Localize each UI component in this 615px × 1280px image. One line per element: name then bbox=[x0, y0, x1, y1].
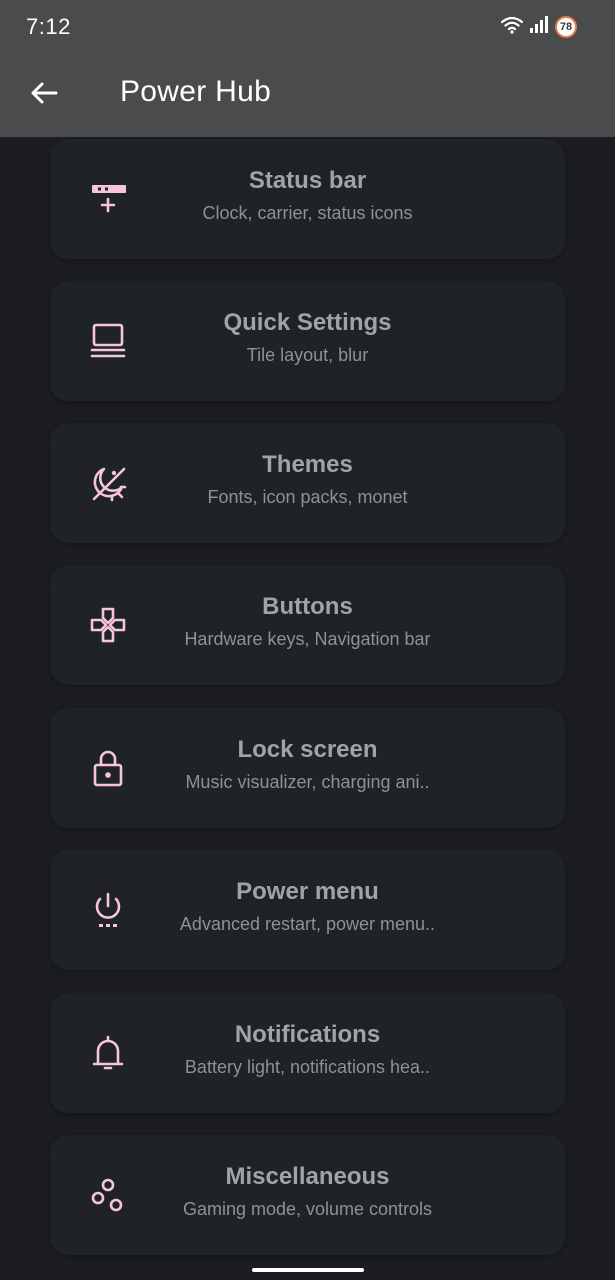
item-subtitle: Advanced restart, power menu.. bbox=[179, 914, 436, 934]
wifi-icon bbox=[500, 16, 524, 39]
list-item-buttons[interactable]: Buttons Hardware keys, Navigation bar bbox=[50, 565, 565, 685]
item-subtitle: Hardware keys, Navigation bar bbox=[184, 629, 431, 649]
back-button[interactable] bbox=[24, 75, 64, 115]
item-subtitle: Clock, carrier, status icons bbox=[202, 203, 413, 223]
app-bar: Power Hub bbox=[0, 54, 615, 137]
item-title: Themes bbox=[262, 451, 353, 478]
list-item-quick-settings[interactable]: Quick Settings Tile layout, blur bbox=[50, 281, 565, 401]
item-title: Buttons bbox=[262, 593, 353, 620]
item-subtitle: Music visualizer, charging ani.. bbox=[185, 772, 430, 792]
item-title: Quick Settings bbox=[223, 309, 392, 336]
item-title: Miscellaneous bbox=[225, 1163, 390, 1190]
page-title: Power Hub bbox=[120, 75, 272, 108]
settings-list[interactable]: Status bar Clock, carrier, status icons … bbox=[0, 137, 615, 1280]
item-subtitle: Battery light, notifications hea.. bbox=[184, 1057, 431, 1077]
item-subtitle: Gaming mode, volume controls bbox=[182, 1199, 433, 1219]
list-item-notifications[interactable]: Notifications Battery light, notificatio… bbox=[50, 993, 565, 1113]
item-subtitle: Fonts, icon packs, monet bbox=[207, 487, 408, 507]
item-title: Lock screen bbox=[237, 736, 378, 763]
list-item-lock-screen[interactable]: Lock screen Music visualizer, charging a… bbox=[50, 708, 565, 828]
status-time: 7:12 bbox=[26, 14, 71, 39]
item-title: Power menu bbox=[236, 878, 379, 905]
item-title: Status bar bbox=[248, 167, 367, 194]
battery-icon: 78 bbox=[555, 16, 577, 38]
status-icons: 78 bbox=[500, 14, 577, 40]
system-status-bar: 7:12 78 bbox=[0, 0, 615, 54]
item-subtitle: Tile layout, blur bbox=[246, 345, 369, 365]
home-indicator[interactable] bbox=[252, 1268, 364, 1272]
list-item-miscellaneous[interactable]: Miscellaneous Gaming mode, volume contro… bbox=[50, 1135, 565, 1255]
arrow-left-icon bbox=[30, 81, 58, 110]
list-item-themes[interactable]: Themes Fonts, icon packs, monet bbox=[50, 423, 565, 543]
item-title: Notifications bbox=[234, 1021, 381, 1048]
list-item-power-menu[interactable]: Power menu Advanced restart, power menu.… bbox=[50, 850, 565, 970]
signal-icon bbox=[529, 15, 549, 39]
list-item-status-bar[interactable]: Status bar Clock, carrier, status icons bbox=[50, 139, 565, 259]
